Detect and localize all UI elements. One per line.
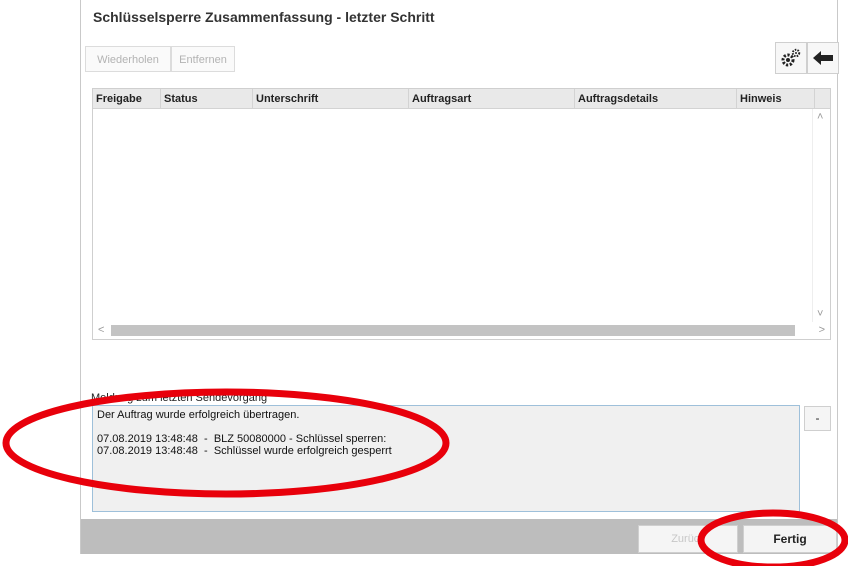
message-line (97, 421, 795, 433)
arrow-left-icon (813, 51, 833, 65)
gears-icon (781, 48, 801, 67)
column-header-unterschrift[interactable]: Unterschrift (253, 89, 409, 109)
back-arrow-button[interactable] (807, 42, 839, 74)
vertical-scrollbar[interactable]: ˄ ˅ (812, 109, 830, 322)
dialog-window: Schlüsselsperre Zusammenfassung - letzte… (80, 0, 839, 554)
table-header: Freigabe Status Unterschrift Auftragsart… (93, 89, 830, 109)
column-header-status[interactable]: Status (161, 89, 253, 109)
scroll-up-icon[interactable]: ˄ (817, 111, 823, 123)
message-line: Der Auftrag wurde erfolgreich übertragen… (97, 409, 300, 421)
horizontal-scroll-thumb[interactable] (111, 325, 795, 336)
footer-bar: Zurück Fertig (81, 519, 837, 554)
dialog-title: Schlüsselsperre Zusammenfassung - letzte… (93, 9, 435, 25)
message-line: 07.08.2019 13:48:48 - Schlüssel wurde er… (97, 445, 392, 457)
scroll-down-icon[interactable]: ˅ (817, 308, 823, 320)
message-box[interactable]: Der Auftrag wurde erfolgreich übertragen… (92, 405, 800, 512)
scroll-right-icon[interactable]: > (819, 324, 825, 336)
horizontal-scrollbar[interactable]: < > (93, 322, 825, 339)
settings-button[interactable] (775, 42, 807, 74)
column-header-auftragsart[interactable]: Auftragsart (409, 89, 575, 109)
back-button[interactable]: Zurück (638, 525, 738, 553)
message-label: Meldung zum letzten Sendevorgang (91, 392, 268, 404)
collapse-message-button[interactable]: - (804, 406, 831, 431)
repeat-button[interactable]: Wiederholen (85, 46, 171, 72)
column-header-auftragsdetails[interactable]: Auftragsdetails (575, 89, 737, 109)
column-header-freigabe[interactable]: Freigabe (93, 89, 161, 109)
scroll-left-icon[interactable]: < (98, 324, 104, 336)
done-button[interactable]: Fertig (743, 525, 837, 553)
message-line: 07.08.2019 13:48:48 - BLZ 50080000 - Sch… (97, 433, 387, 445)
remove-button[interactable]: Entfernen (171, 46, 235, 72)
column-header-hinweis[interactable]: Hinweis (737, 89, 815, 109)
orders-table: Freigabe Status Unterschrift Auftragsart… (92, 88, 831, 340)
